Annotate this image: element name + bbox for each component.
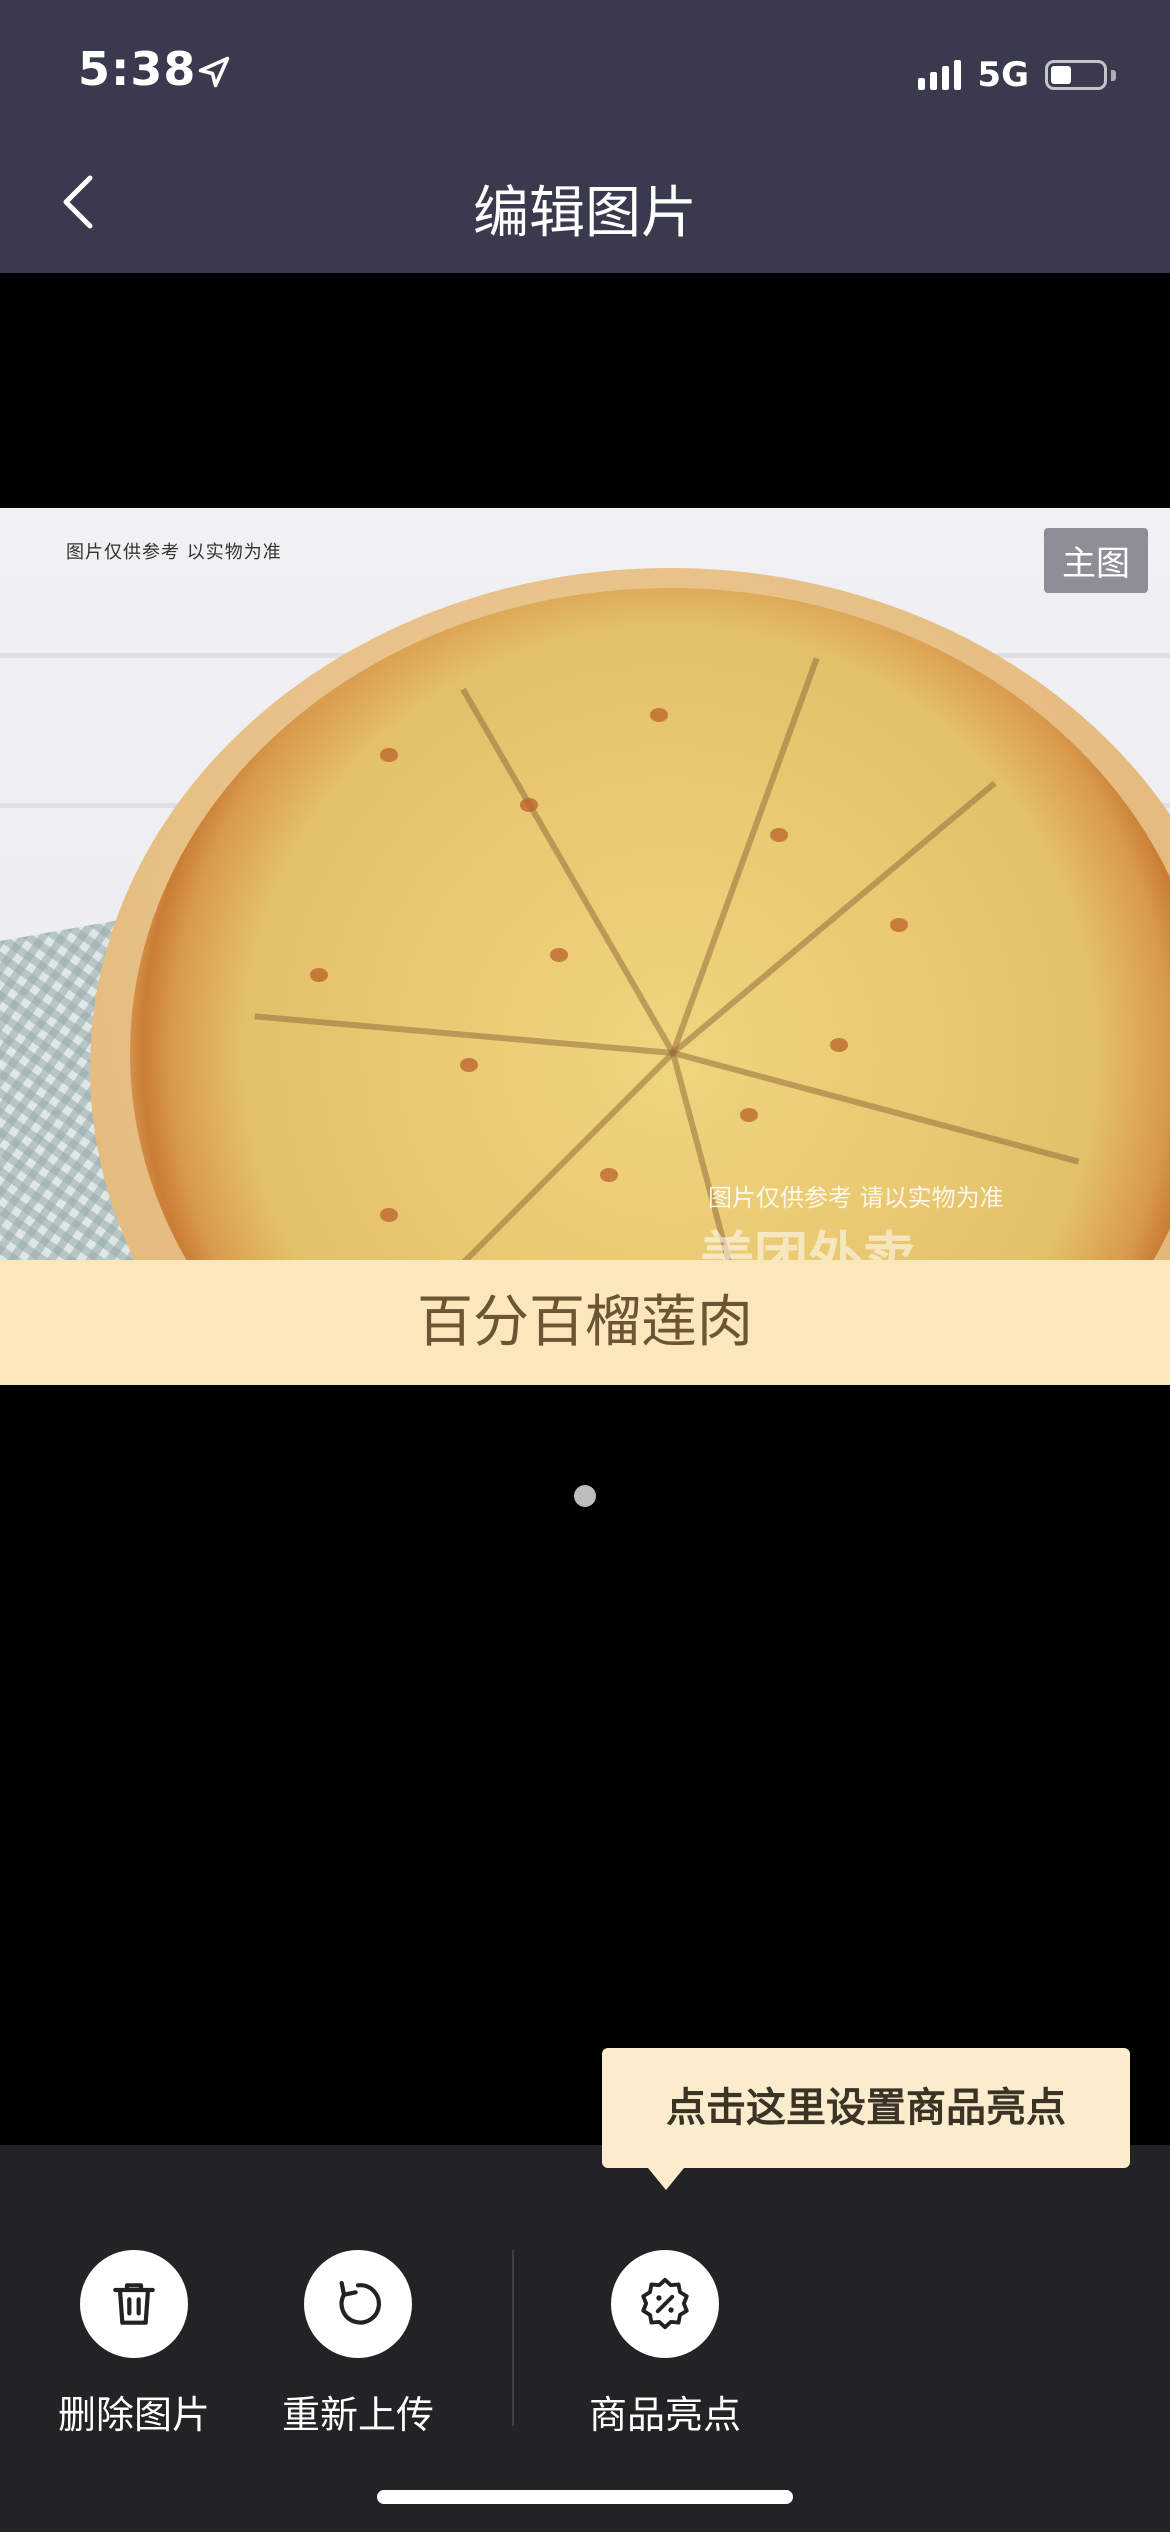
product-highlight-button[interactable]: 商品亮点 xyxy=(565,2250,765,2439)
image-caption: 百分百榴莲肉 xyxy=(0,1260,1170,1385)
watermark-note: 图片仅供参考 请以实物为准 xyxy=(708,1184,1004,1212)
tooltip-arrow xyxy=(648,2168,684,2190)
home-indicator xyxy=(377,2490,793,2504)
delete-image-label: 删除图片 xyxy=(57,2393,210,2437)
reupload-icon-circle xyxy=(304,2250,412,2358)
discount-badge-icon xyxy=(641,2277,689,2330)
highlight-icon-circle xyxy=(611,2250,719,2358)
status-right: 5G xyxy=(918,50,1116,100)
refresh-icon xyxy=(339,2280,381,2325)
product-highlight-label: 商品亮点 xyxy=(588,2393,741,2437)
page-title: 编辑图片 xyxy=(473,181,697,246)
battery-icon xyxy=(1045,60,1107,90)
toolbar-divider xyxy=(512,2250,514,2426)
network-label: 5G xyxy=(977,55,1029,95)
location-arrow-icon xyxy=(198,56,230,88)
main-image-badge: 主图 xyxy=(1044,528,1148,593)
delete-image-button[interactable]: 删除图片 xyxy=(34,2250,234,2439)
product-image[interactable]: 图片仅供参考 以实物为准 主图 图片仅供参考 请以实物为准 美团外卖 xyxy=(0,508,1170,1260)
top-bar: 5:38 5G 编辑图片 xyxy=(0,0,1170,273)
trash-icon xyxy=(113,2283,155,2325)
reupload-label: 重新上传 xyxy=(281,2393,434,2437)
battery-tip xyxy=(1111,69,1116,81)
screen: 5:38 5G 编辑图片 图片仅供参考 以实物为准 主图 图片仅供参考 请以实物… xyxy=(0,0,1170,2532)
highlight-tooltip[interactable]: 点击这里设置商品亮点 xyxy=(602,2048,1130,2168)
watermark-brand: 美团外卖 xyxy=(700,1226,916,1260)
page-indicator-dot xyxy=(574,1485,596,1507)
delete-icon-circle xyxy=(80,2250,188,2358)
signal-icon xyxy=(918,60,962,90)
reupload-button[interactable]: 重新上传 xyxy=(258,2250,458,2439)
image-disclaimer: 图片仅供参考 以实物为准 xyxy=(66,542,282,563)
status-time: 5:38 xyxy=(78,42,197,96)
